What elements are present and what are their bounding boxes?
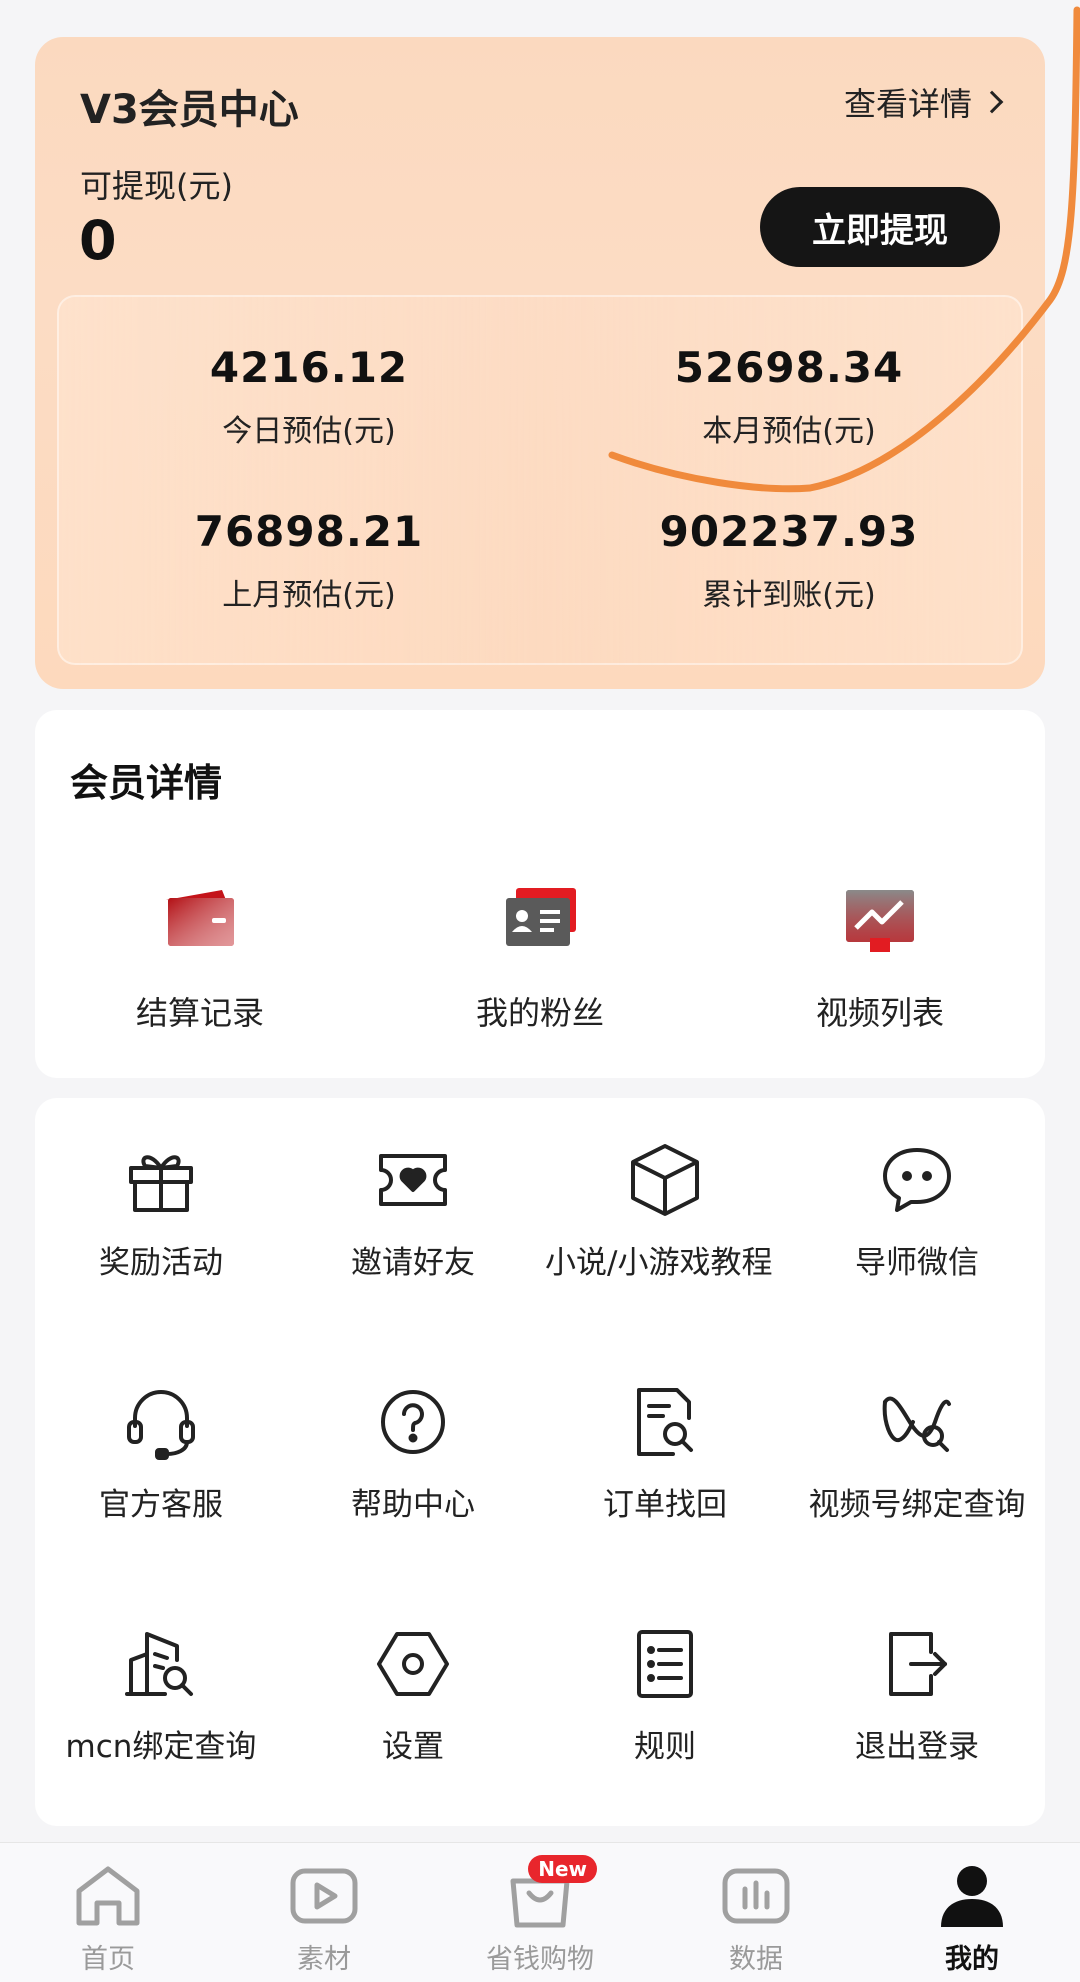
earnings-stats-panel: 4216.12 今日预估(元) 52698.34 本月预估(元) 76898.2… — [57, 295, 1023, 665]
withdrawable-label: 可提现(元) — [80, 167, 233, 205]
tab-shopping[interactable]: New 省钱购物 — [432, 1855, 648, 1976]
stat-value: 52698.34 — [674, 343, 904, 392]
invite-friends-label: 邀请好友 — [351, 1245, 475, 1281]
chevron-right-icon — [980, 90, 1004, 114]
help-center-label: 帮助中心 — [351, 1487, 475, 1523]
rewards-activity-label: 奖励活动 — [99, 1245, 223, 1281]
tab-materials-label: 素材 — [297, 1944, 351, 1975]
rules-label: 规则 — [634, 1729, 696, 1765]
member-details-card: 会员详情 结算记录 我的粉丝 视频列表 — [35, 710, 1045, 1078]
official-support-item[interactable]: 官方客服 — [35, 1382, 287, 1526]
settings-item[interactable]: 设置 — [287, 1624, 539, 1768]
rules-item[interactable]: 规则 — [539, 1624, 791, 1768]
tab-materials[interactable]: 素材 — [216, 1863, 432, 1976]
mcn-binding-label: mcn绑定查询 — [65, 1729, 257, 1765]
wallet-icon — [160, 880, 240, 960]
help-center-item[interactable]: 帮助中心 — [287, 1382, 539, 1526]
channels-binding-item[interactable]: 视频号绑定查询 — [791, 1382, 1043, 1526]
stat-value: 902237.93 — [659, 507, 919, 556]
trend-chart-icon — [840, 880, 920, 960]
view-details-link[interactable]: 查看详情 — [843, 79, 1004, 125]
logout-label: 退出登录 — [855, 1729, 979, 1765]
stat-value: 76898.21 — [194, 507, 424, 556]
home-icon — [73, 1863, 143, 1929]
stat-label: 累计到账(元) — [702, 578, 876, 613]
gift-icon — [121, 1140, 201, 1220]
member-center-title: V3会员中心 — [80, 87, 299, 133]
mcn-binding-item[interactable]: mcn绑定查询 — [35, 1624, 287, 1768]
stat-last-month: 76898.21 上月预估(元) — [99, 507, 519, 614]
stat-total-received: 902237.93 累计到账(元) — [579, 507, 999, 614]
tab-mine[interactable]: 我的 — [864, 1863, 1080, 1976]
tab-data[interactable]: 数据 — [648, 1863, 864, 1976]
logout-item[interactable]: 退出登录 — [791, 1624, 1043, 1768]
view-details-label: 查看详情 — [843, 85, 972, 123]
mentor-wechat-label: 导师微信 — [855, 1245, 979, 1281]
new-badge: New — [528, 1855, 597, 1883]
tab-mine-label: 我的 — [945, 1944, 999, 1975]
tab-home-label: 首页 — [81, 1944, 135, 1975]
play-icon — [289, 1863, 359, 1929]
settlement-records-item[interactable]: 结算记录 — [70, 880, 330, 1034]
cube-icon — [625, 1140, 705, 1220]
bottom-tab-bar: 首页 素材 New 省钱购物 数据 我的 — [0, 1842, 1080, 1982]
chat-icon — [877, 1140, 957, 1220]
document-search-icon — [625, 1382, 705, 1462]
video-list-item[interactable]: 视频列表 — [750, 880, 1010, 1034]
settlement-records-label: 结算记录 — [135, 994, 264, 1032]
invite-friends-item[interactable]: 邀请好友 — [287, 1140, 539, 1284]
tab-data-label: 数据 — [729, 1944, 783, 1975]
rewards-activity-item[interactable]: 奖励活动 — [35, 1140, 287, 1284]
tutorial-label: 小说/小游戏教程 — [545, 1245, 773, 1281]
withdraw-now-button[interactable]: 立即提现 — [760, 187, 1000, 267]
my-fans-label: 我的粉丝 — [475, 994, 604, 1032]
ticket-heart-icon — [373, 1140, 453, 1220]
id-card-icon — [500, 880, 580, 960]
help-icon — [373, 1382, 453, 1462]
stat-label: 今日预估(元) — [222, 414, 396, 449]
video-list-label: 视频列表 — [815, 994, 944, 1032]
stat-this-month: 52698.34 本月预估(元) — [579, 343, 999, 450]
settings-hexagon-icon — [373, 1624, 453, 1704]
stat-value: 4216.12 — [209, 343, 409, 392]
tab-shopping-label: 省钱购物 — [486, 1944, 594, 1975]
bar-chart-icon — [721, 1863, 791, 1929]
official-support-label: 官方客服 — [99, 1487, 223, 1523]
tutorial-item[interactable]: 小说/小游戏教程 — [539, 1140, 791, 1284]
stat-today: 4216.12 今日预估(元) — [99, 343, 519, 450]
tab-home[interactable]: 首页 — [0, 1863, 216, 1976]
shopping-bag-icon: New — [505, 1855, 597, 1929]
order-recovery-label: 订单找回 — [603, 1487, 727, 1523]
order-recovery-item[interactable]: 订单找回 — [539, 1382, 791, 1526]
mentor-wechat-item[interactable]: 导师微信 — [791, 1140, 1043, 1284]
person-icon — [937, 1863, 1007, 1929]
member-details-title: 会员详情 — [70, 761, 223, 805]
member-center-card: V3会员中心 查看详情 可提现(元) 0 立即提现 4216.12 今日预估(元… — [35, 37, 1045, 689]
stat-label: 本月预估(元) — [702, 414, 876, 449]
headset-icon — [121, 1382, 201, 1462]
list-document-icon — [625, 1624, 705, 1704]
settings-label: 设置 — [382, 1729, 444, 1765]
channels-binding-label: 视频号绑定查询 — [808, 1487, 1026, 1523]
stat-label: 上月预估(元) — [222, 578, 396, 613]
withdrawable-amount: 0 — [79, 209, 117, 272]
channels-search-icon — [877, 1382, 957, 1462]
tools-grid: 奖励活动 邀请好友 小说/小游戏教程 导师微信 官方客服 帮助中心 订单找回 视… — [35, 1098, 1045, 1826]
logout-icon — [877, 1624, 957, 1704]
my-fans-item[interactable]: 我的粉丝 — [410, 880, 670, 1034]
building-search-icon — [121, 1624, 201, 1704]
